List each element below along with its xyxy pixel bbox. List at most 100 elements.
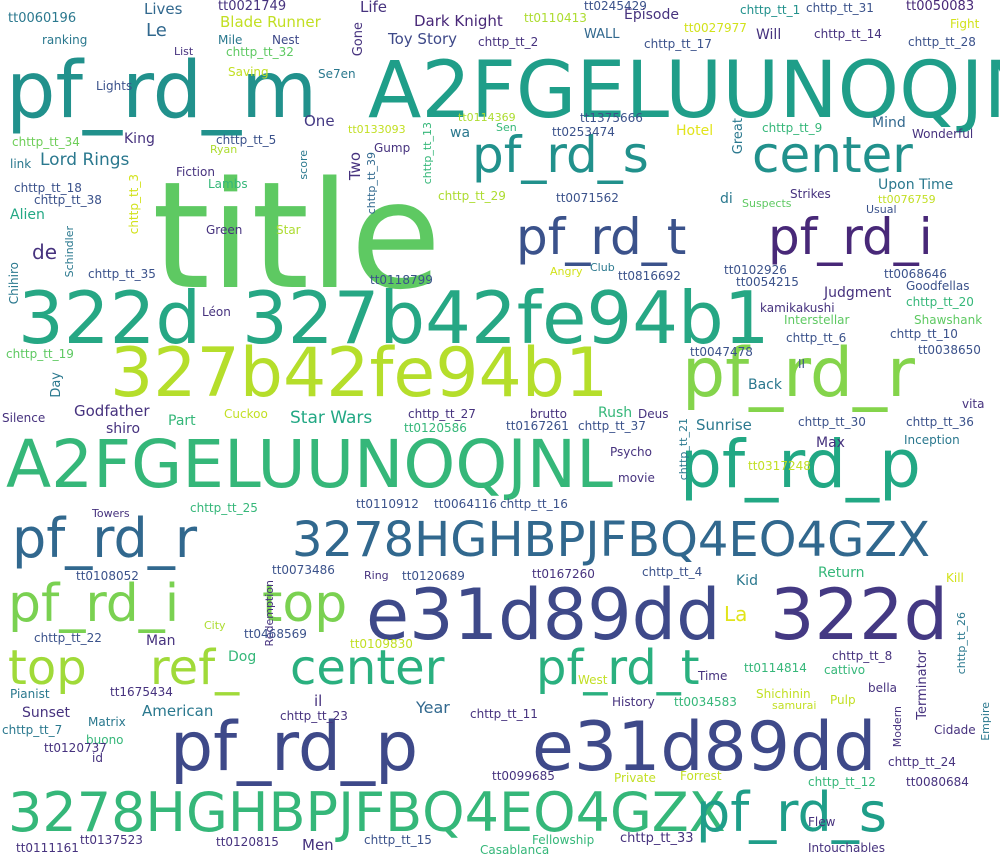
- cloud-word: Sunrise: [696, 416, 752, 434]
- cloud-word: Alien: [10, 207, 45, 223]
- cloud-word: Return: [818, 565, 865, 581]
- cloud-word: Cuckoo: [224, 407, 268, 421]
- cloud-word: pf_rd_i: [8, 574, 180, 634]
- cloud-word: Gump: [374, 141, 411, 155]
- cloud-word: Godfather: [74, 402, 150, 420]
- cloud-word: Upon Time: [878, 177, 954, 193]
- cloud-word: Lambs: [208, 177, 248, 191]
- cloud-word: Usual: [866, 203, 897, 216]
- cloud-word: tt0054215: [736, 275, 799, 289]
- cloud-word: Matrix: [88, 715, 126, 729]
- cloud-word: ranking: [42, 33, 88, 47]
- cloud-word: Back: [748, 377, 782, 393]
- cloud-word: chttp_tt_4: [642, 565, 703, 579]
- cloud-word: chttp_tt_9: [762, 121, 823, 135]
- cloud-word: King: [124, 131, 155, 147]
- cloud-word: tt0253474: [552, 125, 615, 139]
- cloud-word: chttp_tt_2: [478, 35, 539, 49]
- cloud-word: Ryan: [210, 143, 238, 156]
- cloud-word: chttp_tt_27: [408, 407, 476, 421]
- cloud-word: Life: [360, 0, 388, 16]
- cloud-word: Lives: [144, 0, 183, 18]
- cloud-word: tt0050083: [906, 0, 975, 14]
- cloud-word: tt0109830: [350, 637, 413, 651]
- cloud-word: center: [752, 126, 913, 184]
- cloud-word: movie: [618, 471, 655, 485]
- cloud-word: Schindler: [63, 226, 76, 278]
- cloud-word: II: [798, 357, 806, 371]
- cloud-word: bella: [868, 681, 898, 695]
- cloud-word: chttp_tt_23: [280, 709, 348, 723]
- cloud-word: tt1375666: [580, 111, 643, 125]
- cloud-word: chttp_tt_8: [832, 649, 893, 663]
- cloud-word: Pianist: [10, 687, 50, 701]
- cloud-word: tt0064116: [434, 497, 497, 511]
- cloud-word: Max: [816, 435, 845, 451]
- cloud-word: de: [32, 240, 57, 264]
- cloud-word: Modern: [891, 706, 904, 748]
- cloud-word: cattivo: [824, 663, 866, 677]
- cloud-word: pf_rd_t: [516, 208, 687, 266]
- cloud-word: tt0110912: [356, 497, 419, 511]
- cloud-word: il: [314, 692, 323, 710]
- cloud-word: tt0167260: [532, 567, 595, 581]
- cloud-word: Private: [614, 771, 656, 785]
- cloud-word: chttp_tt_20: [906, 295, 974, 309]
- cloud-word: chttp_tt_33: [620, 831, 694, 846]
- cloud-word: Time: [698, 669, 728, 683]
- cloud-word: chttp_tt_3: [127, 174, 141, 235]
- cloud-word: Kill: [946, 571, 964, 585]
- cloud-word: Lights: [96, 79, 133, 93]
- cloud-word: wa: [450, 125, 471, 141]
- cloud-word: shiro: [106, 421, 141, 437]
- cloud-word: Inception: [904, 433, 960, 447]
- cloud-word: Man: [146, 633, 176, 649]
- cloud-word: tt0120586: [404, 421, 467, 435]
- cloud-word: samurai: [772, 699, 817, 712]
- cloud-word: Chihiro: [7, 262, 21, 305]
- cloud-word: Terminator: [915, 650, 930, 720]
- cloud-word: Gone: [351, 22, 366, 57]
- cloud-word: chttp_tt_31: [806, 1, 874, 15]
- cloud-word: City: [204, 619, 226, 632]
- cloud-word: tt0047478: [690, 345, 753, 359]
- cloud-word: tt0080684: [906, 775, 969, 789]
- cloud-word: chttp_tt_16: [500, 497, 568, 511]
- cloud-word: Fight: [950, 17, 980, 31]
- cloud-word: pf_rd_i: [768, 208, 933, 266]
- cloud-word: Two: [346, 152, 364, 181]
- cloud-word: tt0167261: [506, 419, 569, 433]
- cloud-word: Suspects: [742, 197, 792, 210]
- cloud-word: pf_rd_m: [6, 46, 318, 136]
- cloud-word: Kid: [736, 573, 758, 589]
- cloud-word: tt0816692: [618, 269, 681, 283]
- cloud-word: chttp_tt_35: [88, 267, 156, 281]
- cloud-word: Strikes: [790, 187, 831, 201]
- cloud-word: Part: [168, 413, 196, 429]
- cloud-word: chttp_tt_17: [644, 37, 712, 51]
- cloud-word: chttp_tt_10: [890, 327, 958, 341]
- cloud-word: Saving: [228, 65, 269, 79]
- cloud-word: Goodfellas: [906, 279, 970, 293]
- cloud-word: Blade Runner: [220, 13, 321, 31]
- cloud-word: Star Wars: [290, 408, 373, 428]
- cloud-word: chttp_tt_37: [578, 419, 646, 433]
- cloud-word: Forrest: [680, 769, 722, 783]
- cloud-word: History: [612, 695, 655, 709]
- cloud-word: chttp_tt_1: [740, 3, 801, 17]
- cloud-word: WALL: [584, 27, 620, 42]
- cloud-word: chttp_tt_38: [34, 193, 102, 207]
- cloud-word: chttp_tt_13: [421, 122, 434, 185]
- cloud-word: di: [720, 191, 733, 207]
- cloud-word: tt0027977: [684, 21, 747, 35]
- cloud-word: tt0099685: [492, 769, 555, 783]
- cloud-word: center: [290, 640, 445, 696]
- cloud-word: 327b42fe94b1: [110, 334, 609, 413]
- cloud-word: tt0468569: [244, 627, 307, 641]
- cloud-word: Psycho: [610, 445, 652, 459]
- cloud-word: tt0108052: [76, 569, 139, 583]
- cloud-word: Will: [756, 27, 782, 43]
- cloud-word: chttp_tt_15: [364, 833, 432, 847]
- cloud-word: tt0133093: [348, 123, 406, 136]
- cloud-word: Le: [146, 20, 167, 41]
